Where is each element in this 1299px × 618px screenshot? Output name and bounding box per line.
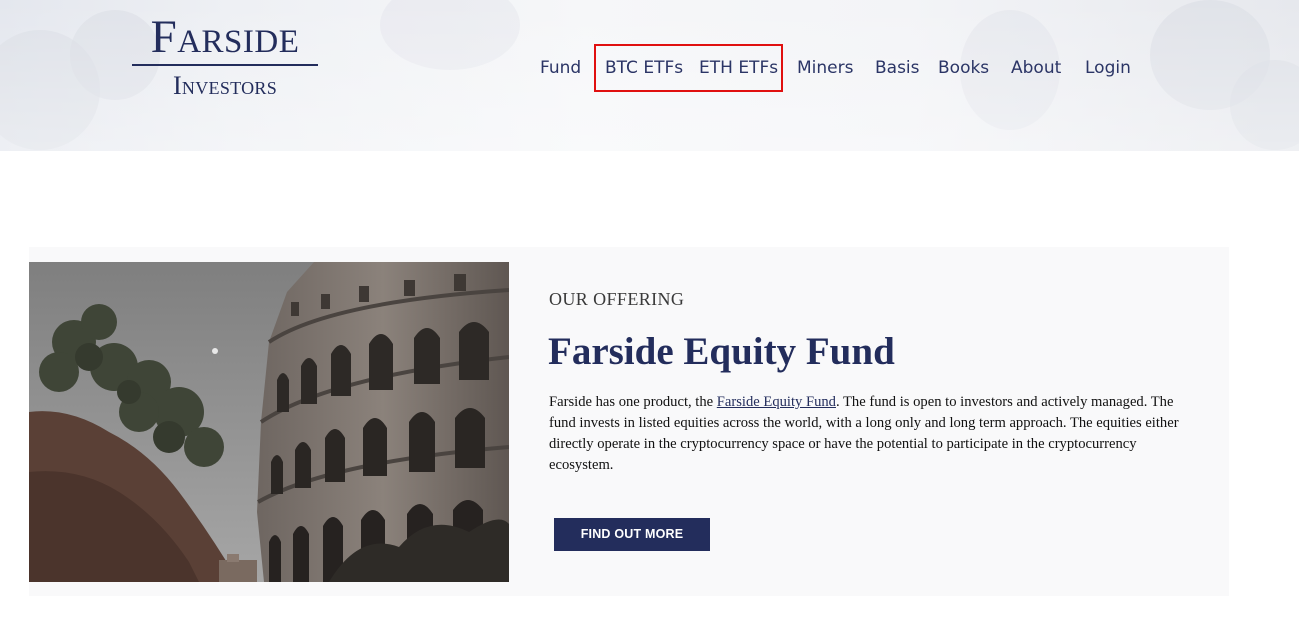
nav-miners[interactable]: Miners bbox=[797, 56, 853, 80]
site-header: Farside Investors Fund BTC ETFs ETH ETFs… bbox=[0, 0, 1299, 151]
find-out-more-button[interactable]: FIND OUT MORE bbox=[554, 518, 710, 551]
colosseum-photo bbox=[29, 262, 509, 582]
logo-wordmark: Farside bbox=[150, 11, 300, 63]
logo-divider bbox=[132, 64, 318, 66]
offering-description: Farside has one product, the Farside Equ… bbox=[549, 392, 1194, 476]
description-text: Farside has one product, the bbox=[549, 394, 717, 410]
logo-subtitle: Investors bbox=[172, 71, 278, 100]
offering-card: OUR OFFERING Farside Equity Fund Farside… bbox=[29, 247, 1229, 596]
nav-basis[interactable]: Basis bbox=[875, 56, 920, 80]
site-logo[interactable]: Farside Investors bbox=[132, 10, 318, 102]
nav-login[interactable]: Login bbox=[1085, 56, 1131, 80]
nav-books[interactable]: Books bbox=[938, 56, 989, 80]
offering-eyebrow: OUR OFFERING bbox=[549, 289, 685, 309]
nav-fund[interactable]: Fund bbox=[540, 56, 581, 80]
nav-eth-etfs[interactable]: ETH ETFs bbox=[699, 56, 778, 80]
fund-link[interactable]: Farside Equity Fund bbox=[717, 394, 836, 410]
nav-about[interactable]: About bbox=[1011, 56, 1061, 80]
offering-title: Farside Equity Fund bbox=[548, 330, 895, 373]
nav-btc-etfs[interactable]: BTC ETFs bbox=[605, 56, 683, 80]
